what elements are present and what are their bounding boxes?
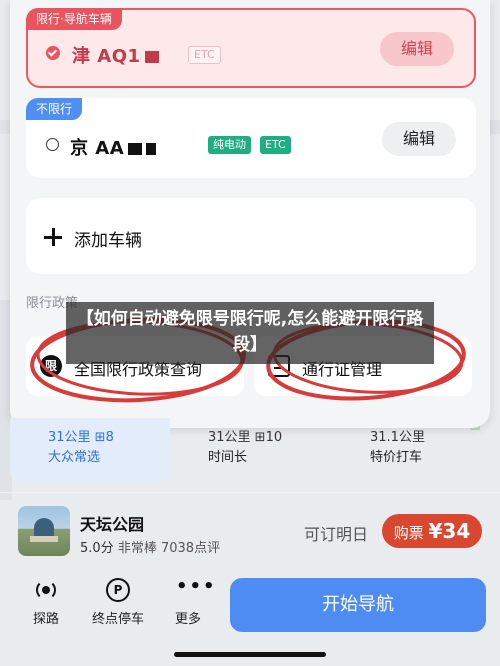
overlay-title-banner: 【如何自动避免限号限行呢,怎么能避开限行路段】	[66, 302, 434, 364]
restricted-tag: 限行·导航车辆	[26, 8, 122, 30]
add-vehicle-label: 添加车辆	[74, 231, 142, 251]
parking-label: 终点停车	[91, 612, 144, 627]
buy-label: 购票	[393, 524, 424, 542]
poi-thumbnail[interactable]	[18, 506, 70, 556]
route-label: 特价打车	[370, 450, 423, 465]
selected-check-icon[interactable]	[46, 46, 60, 60]
vehicle-card-restricted[interactable]: 限行·导航车辆 津 AQ1 ETC 编辑	[26, 8, 476, 88]
poi-score: 5.0分	[80, 541, 114, 556]
ev-badge: 纯电动	[208, 136, 251, 154]
plate-number: 津 AQ1	[72, 42, 159, 68]
plate-mask	[146, 143, 157, 155]
temple-shape	[34, 518, 54, 538]
divider	[0, 492, 500, 493]
poi-name[interactable]: 天坛公园	[80, 511, 144, 535]
edit-button[interactable]: 编辑	[382, 122, 456, 156]
home-indicator[interactable]	[174, 652, 326, 657]
explore-label: 探路	[32, 612, 59, 627]
poi-review-count: 7038点评	[160, 541, 221, 556]
route-distance: 31公里 ⊞10	[208, 430, 283, 445]
etc-badge: ETC	[260, 136, 291, 154]
plate-text: 京 AA	[70, 138, 125, 159]
vehicle-card-unrestricted[interactable]: 不限行 京 AA 纯电动 ETC 编辑	[26, 98, 476, 178]
route-label: 时间长	[208, 450, 248, 465]
etc-badge: ETC	[188, 46, 221, 64]
plate-mask	[144, 51, 159, 63]
plate-mask	[128, 143, 143, 155]
more-icon: •••	[176, 576, 217, 597]
more-button[interactable]: ••• 更多	[160, 578, 216, 628]
route-label: 大众常选	[48, 450, 101, 465]
parking-icon: P	[106, 578, 130, 602]
add-vehicle-button[interactable]: 添加车辆	[26, 198, 476, 274]
restriction-icon: 限	[40, 355, 62, 377]
start-navigation-button[interactable]: 开始导航	[230, 578, 486, 632]
poi-rating: 5.0分 非常棒 7038点评	[80, 537, 220, 556]
unrestricted-tag: 不限行	[26, 98, 83, 120]
ticket-price: ¥34	[428, 519, 471, 543]
route-option[interactable]: 31公里 ⊞10 时间长	[170, 418, 330, 482]
temple-base-shape	[30, 536, 58, 542]
destination-parking-button[interactable]: P 终点停车	[90, 578, 146, 628]
plate-number: 京 AA	[70, 134, 157, 160]
more-label: 更多	[174, 612, 201, 627]
route-option[interactable]: 31公里 ⊞8 大众常选	[10, 418, 170, 482]
route-options: 31公里 ⊞8 大众常选 31公里 ⊞10 时间长 31.1公里 特价打车	[10, 418, 490, 482]
route-option[interactable]: 31.1公里 特价打车	[332, 418, 492, 482]
radar-icon	[34, 578, 58, 602]
reserve-tomorrow-text: 可订明日	[304, 525, 369, 544]
poi-rating-desc: 非常棒	[117, 541, 157, 556]
buy-ticket-button[interactable]: 购票 ¥34	[382, 514, 482, 548]
plus-icon	[44, 228, 62, 246]
select-radio[interactable]	[46, 138, 59, 151]
edit-button[interactable]: 编辑	[380, 32, 454, 66]
route-distance: 31公里 ⊞8	[48, 430, 114, 445]
plate-text: 津 AQ1	[72, 46, 141, 67]
route-distance: 31.1公里	[370, 430, 425, 445]
explore-button[interactable]: 探路	[18, 578, 74, 628]
